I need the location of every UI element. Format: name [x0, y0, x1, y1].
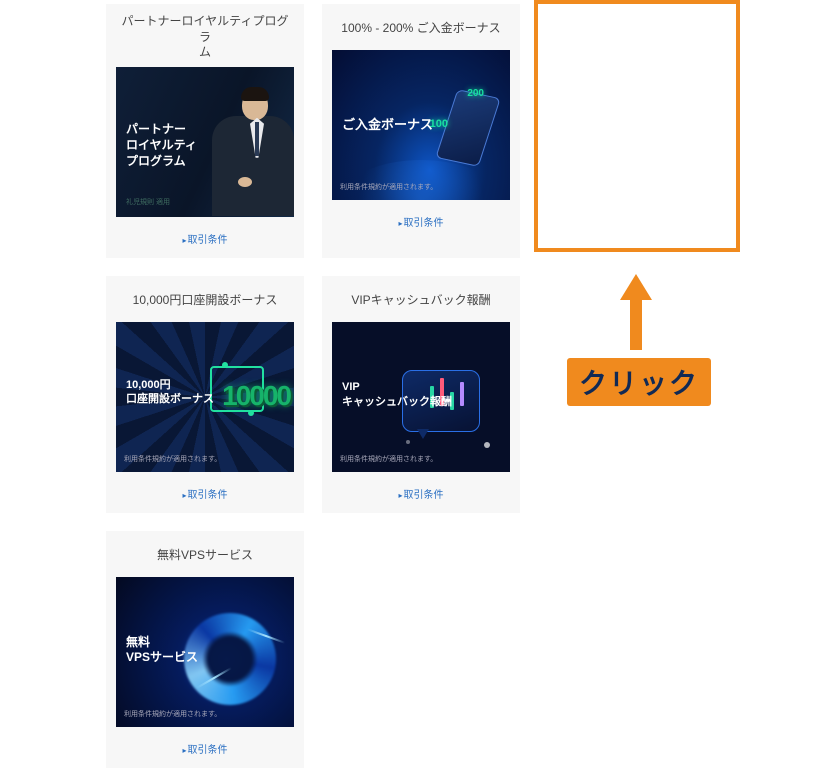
image-heading: 無料VPSサービス: [126, 635, 198, 666]
promo-card-deposit-bonus[interactable]: 100% - 200% ご入金ボーナス 200 100 ご入金ボーナス 利用条件…: [322, 4, 520, 258]
image-heading: パートナーロイヤルティプログラム: [126, 121, 197, 170]
card-title: 100% - 200% ご入金ボーナス: [341, 14, 500, 44]
promo-card-vip-cashback[interactable]: VIPキャッシュバック報酬 VIPキャッシュバック報酬 利用条件規約が適用されま…: [322, 276, 520, 513]
image-footnote: 利用条件規約が適用されます。: [340, 182, 437, 192]
image-subtext: 礼児規則 適用: [126, 197, 170, 207]
card-title: VIPキャッシュバック報酬: [351, 286, 490, 316]
card-title: 10,000円口座開設ボーナス: [133, 286, 278, 316]
terms-link[interactable]: 取引条件: [182, 741, 227, 756]
card-image: パートナーロイヤルティプログラム 礼児規則 適用: [116, 67, 294, 217]
terms-link[interactable]: 取引条件: [398, 486, 443, 501]
card-title: パートナーロイヤルティプログラム: [116, 14, 294, 61]
annotation-arrow-icon: [620, 274, 652, 350]
businessman-figure: [205, 82, 294, 217]
annotation-click-label: クリック: [567, 358, 711, 406]
promo-grid: パートナーロイヤルティプログラム パートナーロイヤルティプログラム 礼児規則 適…: [0, 0, 840, 768]
image-footnote: 利用条件規約が適用されます。: [340, 454, 437, 464]
terms-link[interactable]: 取引条件: [182, 486, 227, 501]
terms-link[interactable]: 取引条件: [398, 214, 443, 229]
terms-link[interactable]: 取引条件: [182, 231, 227, 246]
image-footnote: 利用条件規約が適用されます。: [124, 709, 221, 719]
promo-card-account-bonus[interactable]: 10,000円口座開設ボーナス 10,000円口座開設ボーナス 10000 利用…: [106, 276, 304, 513]
big-number: 10000: [222, 380, 290, 412]
card-title: 無料VPSサービス: [157, 541, 253, 571]
image-heading: VIPキャッシュバック報酬: [342, 380, 452, 410]
promo-card-free-vps[interactable]: 無料VPSサービス 無料VPSサービス 利用条件規約が適用されます。 取引条件: [106, 531, 304, 768]
card-image: VIPキャッシュバック報酬 利用条件規約が適用されます。: [332, 322, 510, 472]
card-image: 10,000円口座開設ボーナス 10000 利用条件規約が適用されます。: [116, 322, 294, 472]
image-heading: ご入金ボーナス: [342, 114, 433, 133]
image-heading: 10,000円口座開設ボーナス: [126, 378, 214, 407]
image-footnote: 利用条件規約が適用されます。: [124, 454, 221, 464]
promo-card-partner-loyalty[interactable]: パートナーロイヤルティプログラム パートナーロイヤルティプログラム 礼児規則 適…: [106, 4, 304, 258]
card-image: 無料VPSサービス 利用条件規約が適用されます。: [116, 577, 294, 727]
bonus-number-200: 200: [467, 88, 484, 99]
card-image: 200 100 ご入金ボーナス 利用条件規約が適用されます。: [332, 50, 510, 200]
